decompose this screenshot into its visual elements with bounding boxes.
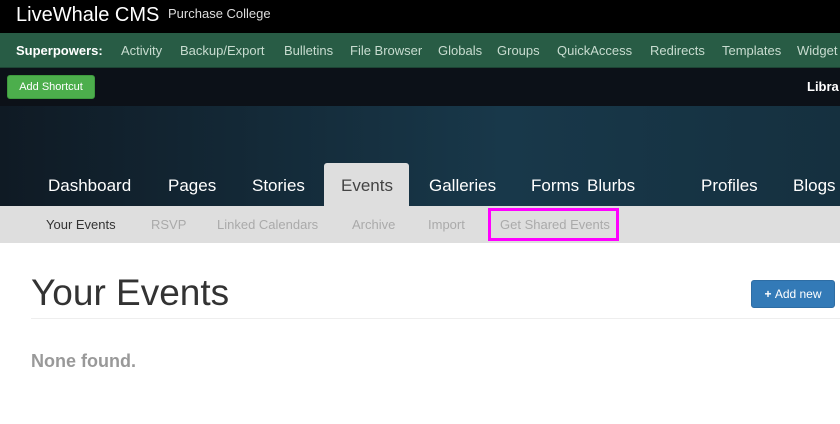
subnav-bar	[0, 206, 840, 243]
superpower-backup-export[interactable]: Backup/Export	[180, 43, 265, 58]
superpower-groups[interactable]: Groups	[497, 43, 540, 58]
superpower-widgets[interactable]: Widget	[797, 43, 837, 58]
tab-pages[interactable]: Pages	[168, 176, 216, 196]
subnav-get-shared-events[interactable]: Get Shared Events	[500, 217, 610, 232]
add-new-button[interactable]: + Add new	[751, 280, 835, 308]
plus-icon: +	[764, 287, 775, 301]
add-shortcut-button[interactable]: Add Shortcut	[7, 75, 95, 99]
shortcut-bar	[0, 68, 840, 106]
superpower-activity[interactable]: Activity	[121, 43, 162, 58]
superpowers-label: Superpowers:	[16, 43, 103, 58]
subnav-import[interactable]: Import	[428, 217, 465, 232]
empty-message: None found.	[31, 351, 136, 371]
app-title[interactable]: LiveWhale CMS	[16, 4, 159, 27]
superpower-quickaccess[interactable]: QuickAccess	[557, 43, 632, 58]
superpower-bulletins[interactable]: Bulletins	[284, 43, 333, 58]
superpower-redirects[interactable]: Redirects	[650, 43, 705, 58]
tab-events[interactable]: Events	[341, 176, 393, 196]
tab-stories[interactable]: Stories	[252, 176, 305, 196]
tab-galleries[interactable]: Galleries	[429, 176, 496, 196]
superpower-globals[interactable]: Globals	[438, 43, 482, 58]
tab-dashboard[interactable]: Dashboard	[48, 176, 131, 196]
title-divider	[31, 318, 840, 319]
superpower-file-browser[interactable]: File Browser	[350, 43, 422, 58]
site-name[interactable]: Purchase College	[168, 6, 271, 21]
subnav-rsvp[interactable]: RSVP	[151, 217, 186, 232]
library-link[interactable]: Libra	[807, 79, 839, 94]
subnav-your-events[interactable]: Your Events	[46, 217, 116, 232]
subnav-linked-calendars[interactable]: Linked Calendars	[217, 217, 318, 232]
add-new-label: Add new	[774, 287, 822, 301]
subnav-archive[interactable]: Archive	[352, 217, 395, 232]
superpower-templates[interactable]: Templates	[722, 43, 781, 58]
tab-profiles[interactable]: Profiles	[701, 176, 758, 196]
tab-forms[interactable]: Forms	[531, 176, 579, 196]
tab-blogs[interactable]: Blogs	[793, 176, 836, 196]
page-title: Your Events	[31, 272, 230, 313]
tab-blurbs[interactable]: Blurbs	[587, 176, 635, 196]
